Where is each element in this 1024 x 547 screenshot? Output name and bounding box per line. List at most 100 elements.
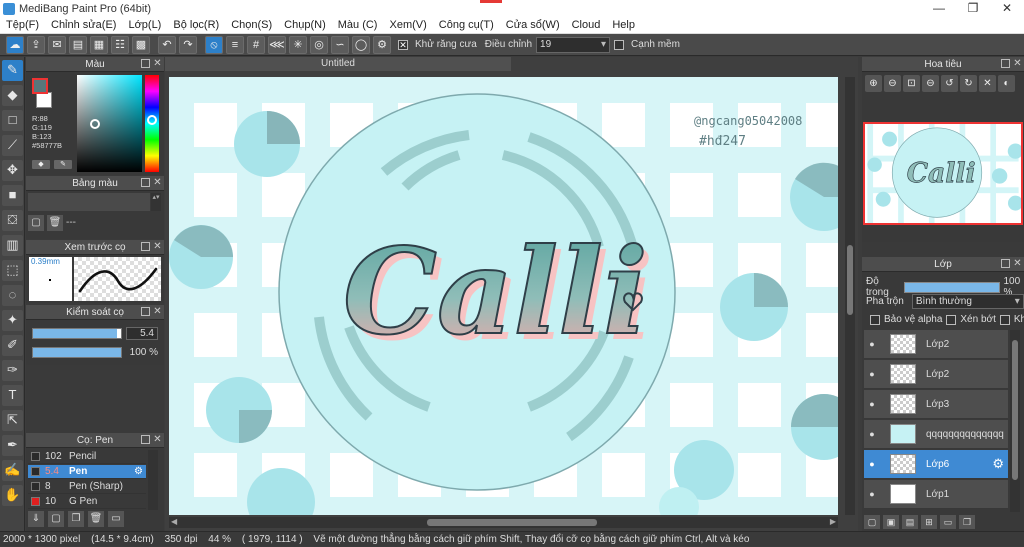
sv-picker-handle[interactable] [90,119,100,129]
zoom-fit-icon[interactable]: ⊡ [903,75,920,92]
snap-vanish-icon[interactable]: ⋘ [268,36,286,54]
close-panel-icon[interactable]: ✕ [1013,59,1022,68]
gear-icon[interactable]: ⚙ [992,456,1004,472]
page-icon[interactable]: ▦ [90,36,108,54]
delete-brush-icon[interactable]: 🗑 [88,511,104,527]
visibility-eye-icon[interactable]: ● [866,339,878,349]
menu-layer[interactable]: Lớp(L) [122,19,167,31]
float-panel-icon[interactable] [141,178,150,187]
layer-list-scrollbar[interactable] [1010,330,1020,512]
eraser-tool-icon[interactable]: ◆ [2,85,23,106]
lock-checkbox[interactable] [1000,315,1010,325]
brush-list-scrollbar[interactable] [148,450,158,510]
eyedropper-icon[interactable]: ✒ [2,435,23,456]
close-panel-icon[interactable]: ✕ [153,59,162,68]
layer-row[interactable]: ● Lớp1 [864,480,1008,509]
float-panel-icon[interactable] [141,59,150,68]
color-mode-button-2[interactable]: ✎ [54,160,72,169]
float-panel-icon[interactable] [1001,259,1010,268]
float-panel-icon[interactable] [141,307,150,316]
restore-button[interactable]: ❐ [956,0,990,17]
grid-list-icon[interactable]: ☷ [111,36,129,54]
menu-window[interactable]: Cửa sổ(W) [500,19,566,31]
zoom-in-icon[interactable]: ⊕ [865,75,882,92]
brush-opacity-slider[interactable] [32,347,122,358]
adjust-select[interactable]: 19 [536,37,610,53]
edge-checkbox[interactable] [614,40,624,50]
new-8bit-layer-icon[interactable]: ▤ [902,515,918,529]
blend-mode-select[interactable]: Bình thường [912,294,1024,309]
palette-scrollbar[interactable]: ▴▾ [151,193,161,211]
hue-slider-handle[interactable] [147,115,157,125]
snap-circle-icon[interactable]: ◎ [310,36,328,54]
close-panel-icon[interactable]: ✕ [153,435,162,444]
new-layer-icon[interactable]: ▢ [864,515,880,529]
hand-tool-icon[interactable]: ✋ [2,485,23,506]
new-halftone-layer-icon[interactable]: ▣ [883,515,899,529]
rotate-left-icon[interactable]: ↺ [941,75,958,92]
brush-size-slider[interactable] [32,328,122,339]
close-window-button[interactable]: ✕ [990,0,1024,17]
rotate-right-icon[interactable]: ↻ [960,75,977,92]
redo-icon[interactable]: ↷ [179,36,197,54]
minimize-button[interactable]: — [922,0,956,17]
select-eraser-icon[interactable]: ✑ [2,360,23,381]
menu-view[interactable]: Xem(V) [383,19,432,31]
zoom-minus-icon[interactable]: ⊖ [922,75,939,92]
layer-folder-icon[interactable]: ▭ [940,515,956,529]
move-tool-icon[interactable]: ✥ [2,160,23,181]
clip-checkbox[interactable] [946,315,956,325]
canvas-vertical-scrollbar[interactable] [845,77,855,515]
color-mode-button-1[interactable]: ◆ [32,160,50,169]
antialias-checkbox[interactable]: ✕ [398,40,408,50]
layer-row[interactable]: ● qqqqqqqqqqqqqq [864,420,1008,449]
foreground-color-swatch[interactable] [32,78,48,94]
brush-item-selected[interactable]: 5.4 Pen ⚙ [28,465,146,479]
tile-icon[interactable]: ▩ [132,36,150,54]
fill-tool-icon[interactable]: ⛋ [2,210,23,231]
layer-row[interactable]: ● Lớp2 [864,360,1008,389]
new-brush-icon[interactable]: ▢ [48,511,64,527]
select-tool-icon[interactable]: ⬚ [2,260,23,281]
text-tool-icon[interactable]: T [2,385,23,406]
flip-view-icon[interactable]: ◐ [998,75,1015,92]
rect-tool-icon[interactable]: ■ [2,185,23,206]
brush-size-value[interactable]: 5.4 [126,327,158,340]
menu-file[interactable]: Tệp(F) [0,19,45,31]
share-icon[interactable]: ⇪ [27,36,45,54]
layer-scroll-thumb[interactable] [1012,340,1018,480]
brush-item[interactable]: 10 G Pen [28,495,146,509]
brush-item[interactable]: 8 Pen (Sharp) [28,480,146,494]
new-palette-icon[interactable]: ▢ [28,215,44,231]
undo-icon[interactable]: ↶ [158,36,176,54]
duplicate-layer-icon[interactable]: ❐ [959,515,975,529]
close-panel-icon[interactable]: ✕ [153,242,162,251]
float-panel-icon[interactable] [1001,59,1010,68]
delete-palette-icon[interactable]: 🗑 [47,215,63,231]
menu-edit[interactable]: Chỉnh sửa(E) [45,19,122,31]
brush-item[interactable]: 102 Pencil [28,450,146,464]
snap-curve-icon[interactable]: ∽ [331,36,349,54]
menu-help[interactable]: Help [606,19,641,31]
vertical-scroll-thumb[interactable] [847,245,853,315]
snap-settings-icon[interactable]: ⚙ [373,36,391,54]
dot-tool-icon[interactable]: □ [2,110,23,131]
reset-view-icon[interactable]: ✕ [979,75,996,92]
snap-radial-icon[interactable]: ✳ [289,36,307,54]
layer-row-selected[interactable]: ● Lớp6 ⚙ [864,450,1008,479]
scroll-left-arrow-icon[interactable]: ◀ [171,517,177,526]
zoom-out-icon[interactable]: ⊖ [884,75,901,92]
visibility-eye-icon[interactable]: ● [866,489,878,499]
palette-swatches[interactable] [28,193,150,211]
snap-ellipse-icon[interactable]: ◯ [352,36,370,54]
visibility-eye-icon[interactable]: ● [866,459,878,469]
close-panel-icon[interactable]: ✕ [1013,259,1022,268]
magic-wand-icon[interactable]: ✦ [2,310,23,331]
gear-icon[interactable]: ⚙ [134,466,143,477]
layer-opacity-slider[interactable] [904,282,999,293]
comment-icon[interactable]: ✉ [48,36,66,54]
pen-tool-icon[interactable]: ✍ [2,460,23,481]
menu-tools[interactable]: Công cụ(T) [433,19,500,31]
document-tab[interactable]: Untitled [165,57,511,71]
close-panel-icon[interactable]: ✕ [153,178,162,187]
